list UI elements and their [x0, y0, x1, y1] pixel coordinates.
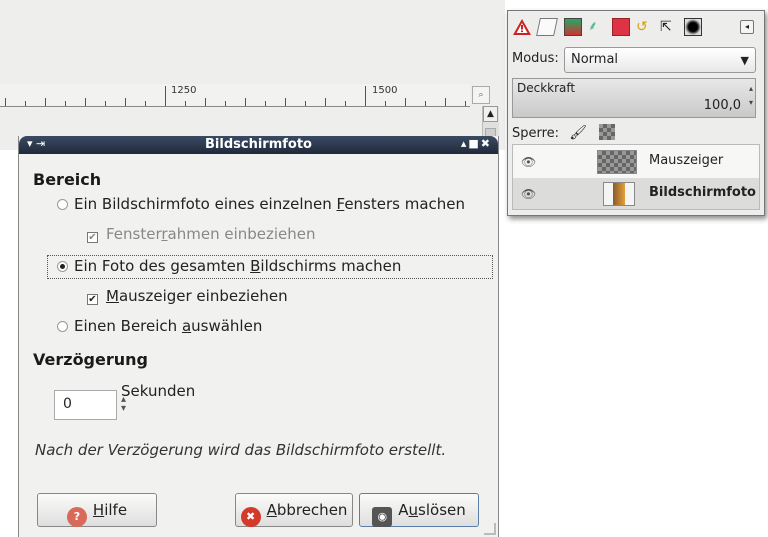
lock-row: Sperre: 🖌 [512, 124, 616, 141]
brush-tab-icon[interactable] [684, 18, 702, 36]
lock-pixels-icon[interactable]: 🖌 [569, 125, 587, 141]
dock-tab-row: ⸙ ↺ ⇱ ◂ [508, 11, 764, 45]
radio-button-selected[interactable] [57, 261, 68, 272]
delay-spinbutton[interactable]: 0 ▴ ▾ [54, 390, 126, 420]
eye-icon[interactable]: 👁 [521, 155, 536, 169]
layer-name: Mauszeiger [649, 153, 724, 168]
ruler-tick [5, 98, 6, 106]
lock-alpha-icon[interactable] [599, 124, 616, 140]
ruler-tick [325, 98, 326, 106]
paths-tab-icon[interactable]: ⸙ [588, 18, 606, 36]
dialog-titlebar[interactable]: ▾ ⇥ Bildschirmfoto ▴■✖ [19, 136, 498, 154]
zoom-icon[interactable]: ⌕ [472, 86, 490, 104]
delay-unit-label: Sekunden [121, 382, 196, 400]
screenshot-dialog: ▾ ⇥ Bildschirmfoto ▴■✖ Bereich Ein Bilds… [18, 136, 499, 537]
delay-value[interactable]: 0 [63, 396, 72, 412]
ruler-tick [25, 101, 26, 106]
color-tab-icon[interactable] [612, 18, 630, 36]
checkbox[interactable]: ✔ [87, 232, 98, 243]
ruler-tick [205, 98, 206, 106]
ruler-tick [165, 86, 166, 106]
lock-label: Sperre: [512, 126, 560, 141]
ruler-tick [425, 101, 426, 106]
checkbox-checked[interactable]: ✔ [87, 294, 98, 305]
panel-menu-icon[interactable]: ◂ [740, 20, 754, 34]
ruler-tick [385, 101, 386, 106]
ruler-tick [65, 101, 66, 106]
help-icon: ? [66, 507, 87, 527]
resize-grip[interactable] [484, 523, 496, 535]
radio-button[interactable] [57, 321, 68, 332]
radio-whole-screen[interactable]: Ein Foto des gesamten Bildschirms machen [57, 257, 401, 275]
ruler-tick [465, 101, 466, 106]
layer-thumbnail [597, 150, 637, 174]
ruler-tick [445, 98, 446, 106]
opacity-scale[interactable]: Deckkraft 100,0 ▴ ▾ [512, 78, 756, 118]
radio-single-window[interactable]: Ein Bildschirmfoto eines einzelnen Fenst… [57, 195, 465, 213]
opacity-label: Deckkraft [517, 81, 576, 95]
ruler-tick [265, 101, 266, 106]
ruler-tick [405, 98, 406, 106]
ruler-tick [225, 101, 226, 106]
ruler-tick [345, 101, 346, 106]
image-canvas-area: 1250 1500 ⌕ [0, 0, 505, 150]
area-heading: Bereich [33, 170, 102, 189]
layer-list: 👁 Mauszeiger 👁 Bildschirmfoto [512, 144, 760, 210]
ruler-tick [85, 98, 86, 106]
channels-tab-icon[interactable] [564, 18, 582, 36]
delay-note: Nach der Verzögerung wird das Bildschirm… [35, 441, 447, 459]
mode-value: Normal [571, 52, 619, 67]
undo-history-tab-icon[interactable]: ↺ [636, 18, 654, 36]
ruler-tick [245, 98, 246, 106]
checkbox-include-pointer[interactable]: ✔ Mauszeiger einbeziehen [87, 287, 288, 305]
ruler-tick [365, 86, 366, 106]
ruler-tick [305, 101, 306, 106]
ruler-tick [125, 98, 126, 106]
cancel-icon: ✖ [240, 507, 261, 527]
ruler-label-1250: 1250 [171, 85, 197, 96]
chevron-down-icon[interactable]: ▼ [741, 49, 749, 73]
ruler-label-1500: 1500 [372, 85, 398, 96]
radio-button[interactable] [57, 199, 68, 210]
layers-panel: ⸙ ↺ ⇱ ◂ Modus: Normal ▼ Deckkraft 100,0 … [507, 10, 765, 216]
scroll-up-arrow-icon[interactable]: ▲ [483, 106, 498, 122]
eye-icon[interactable]: 👁 [521, 187, 536, 201]
radio-select-region[interactable]: Einen Bereich auswählen [57, 317, 262, 335]
ruler-tick [145, 101, 146, 106]
dialog-title: Bildschirmfoto [205, 137, 312, 152]
snap-button[interactable]: ◉ Auslösen [359, 493, 479, 527]
cancel-button[interactable]: ✖ Abbrechen [235, 493, 353, 527]
layer-name: Bildschirmfoto [649, 185, 756, 200]
layers-tab-icon[interactable] [536, 18, 558, 36]
delay-heading: Verzögerung [33, 350, 148, 369]
ruler-tick [285, 98, 286, 106]
ruler-tick [45, 98, 46, 106]
layer-row-bildschirmfoto[interactable]: 👁 Bildschirmfoto [513, 178, 759, 209]
pointer-tab-icon[interactable]: ⇱ [660, 18, 678, 36]
mode-label: Modus: [512, 51, 559, 66]
opacity-value[interactable]: 100,0 [704, 98, 741, 113]
checkbox-window-frame[interactable]: ✔ Fensterrahmen einbeziehen [87, 225, 316, 243]
help-button[interactable]: ? Hilfe [37, 493, 157, 527]
ruler-tick [185, 101, 186, 106]
ruler-tick [105, 101, 106, 106]
layer-thumbnail [603, 182, 635, 206]
warning-tab-icon[interactable] [512, 17, 532, 37]
camera-icon: ◉ [372, 507, 393, 527]
spin-arrows-icon[interactable]: ▴ ▾ [749, 82, 753, 110]
horizontal-ruler: 1250 1500 [0, 84, 470, 107]
layer-row-mauszeiger[interactable]: 👁 Mauszeiger [513, 146, 759, 177]
window-controls-icon[interactable]: ▴■✖ [461, 137, 492, 150]
mode-select[interactable]: Normal ▼ [564, 47, 756, 73]
